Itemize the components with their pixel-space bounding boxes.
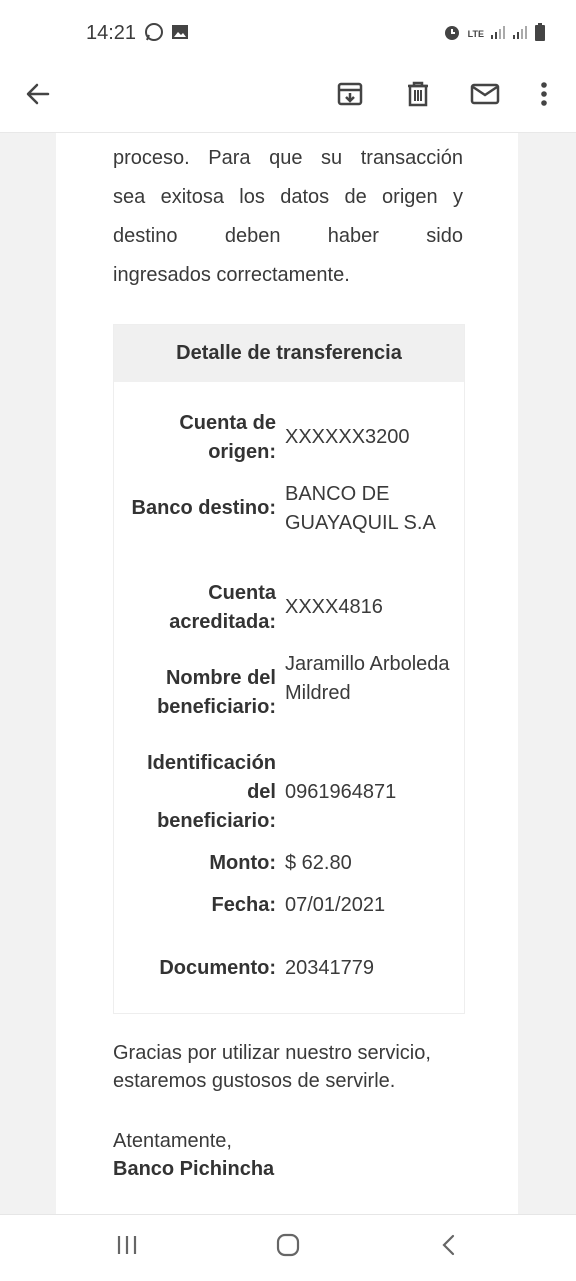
recents-button[interactable] (103, 1229, 151, 1265)
mail-icon (470, 80, 500, 113)
image-icon (170, 22, 190, 47)
email-content[interactable]: proceso. Para que su transacción sea exi… (0, 133, 576, 1214)
intro-line: destino deben haber sido (113, 225, 463, 247)
intro-paragraph: proceso. Para que su transacción sea exi… (113, 139, 463, 295)
row-label: Fecha: (211, 894, 276, 916)
row-label: Cuenta acreditada: (169, 582, 276, 633)
row-value: BANCO DE GUAYAQUIL S.A (285, 483, 436, 534)
row-label: Documento: (159, 957, 276, 979)
signal-icon (512, 24, 528, 45)
battery-icon (534, 22, 546, 47)
signature: Atentamente, Banco Pichincha (113, 1127, 493, 1183)
system-nav-bar (0, 1214, 576, 1281)
signoff-text: Atentamente, (113, 1130, 232, 1152)
row-label: Banco destino: (131, 497, 276, 519)
row-value: XXXX4816 (285, 596, 383, 618)
row-label: Nombre del beneficiario: (157, 667, 276, 718)
notification-icons (144, 22, 190, 47)
row-value: 07/01/2021 (285, 894, 386, 916)
row-value: $ 62.80 (285, 852, 352, 874)
row-value: Jaramillo Arboleda Mildred (285, 653, 450, 704)
status-time: 14:21 (86, 22, 137, 44)
back-button[interactable] (16, 74, 60, 118)
email-body: proceso. Para que su transacción sea exi… (56, 133, 518, 1214)
whatsapp-icon (144, 22, 164, 47)
detail-title: Detalle de transferencia (114, 325, 464, 382)
home-icon (275, 1232, 301, 1263)
more-vertical-icon (540, 80, 548, 113)
row-label: Identificación del beneficiario: (147, 752, 276, 832)
intro-line: proceso. Para que su transacción (113, 147, 463, 169)
row-label: Monto: (209, 852, 276, 874)
email-toolbar (0, 60, 576, 133)
intro-line: sea exitosa los datos de origen y (113, 186, 463, 208)
recents-icon (115, 1233, 139, 1262)
home-button[interactable] (264, 1229, 312, 1265)
status-indicators: LTE (442, 22, 546, 47)
more-options-button[interactable] (522, 74, 566, 118)
mark-unread-button[interactable] (463, 74, 507, 118)
archive-button[interactable] (328, 74, 372, 118)
trash-icon (404, 80, 432, 113)
lte-icon: LTE (467, 29, 484, 39)
arrow-left-icon (24, 80, 52, 113)
row-label: Cuenta de origen: (179, 412, 276, 463)
transfer-detail-table: Detalle de transferencia Cuenta de orige… (113, 324, 465, 1014)
archive-icon (336, 80, 364, 113)
bank-name: Banco Pichincha (113, 1158, 275, 1180)
alarm-icon (442, 22, 462, 47)
back-chevron-icon (439, 1233, 459, 1262)
signal-icon (490, 24, 506, 45)
closing-paragraph: Gracias por utilizar nuestro servicio, e… (113, 1042, 431, 1092)
intro-line: ingresados correctamente. (113, 264, 350, 286)
delete-button[interactable] (396, 74, 440, 118)
row-value: 20341779 (285, 957, 374, 979)
row-value: XXXXXX3200 (285, 426, 410, 448)
row-value: 0961964871 (285, 781, 397, 803)
nav-back-button[interactable] (425, 1229, 473, 1265)
